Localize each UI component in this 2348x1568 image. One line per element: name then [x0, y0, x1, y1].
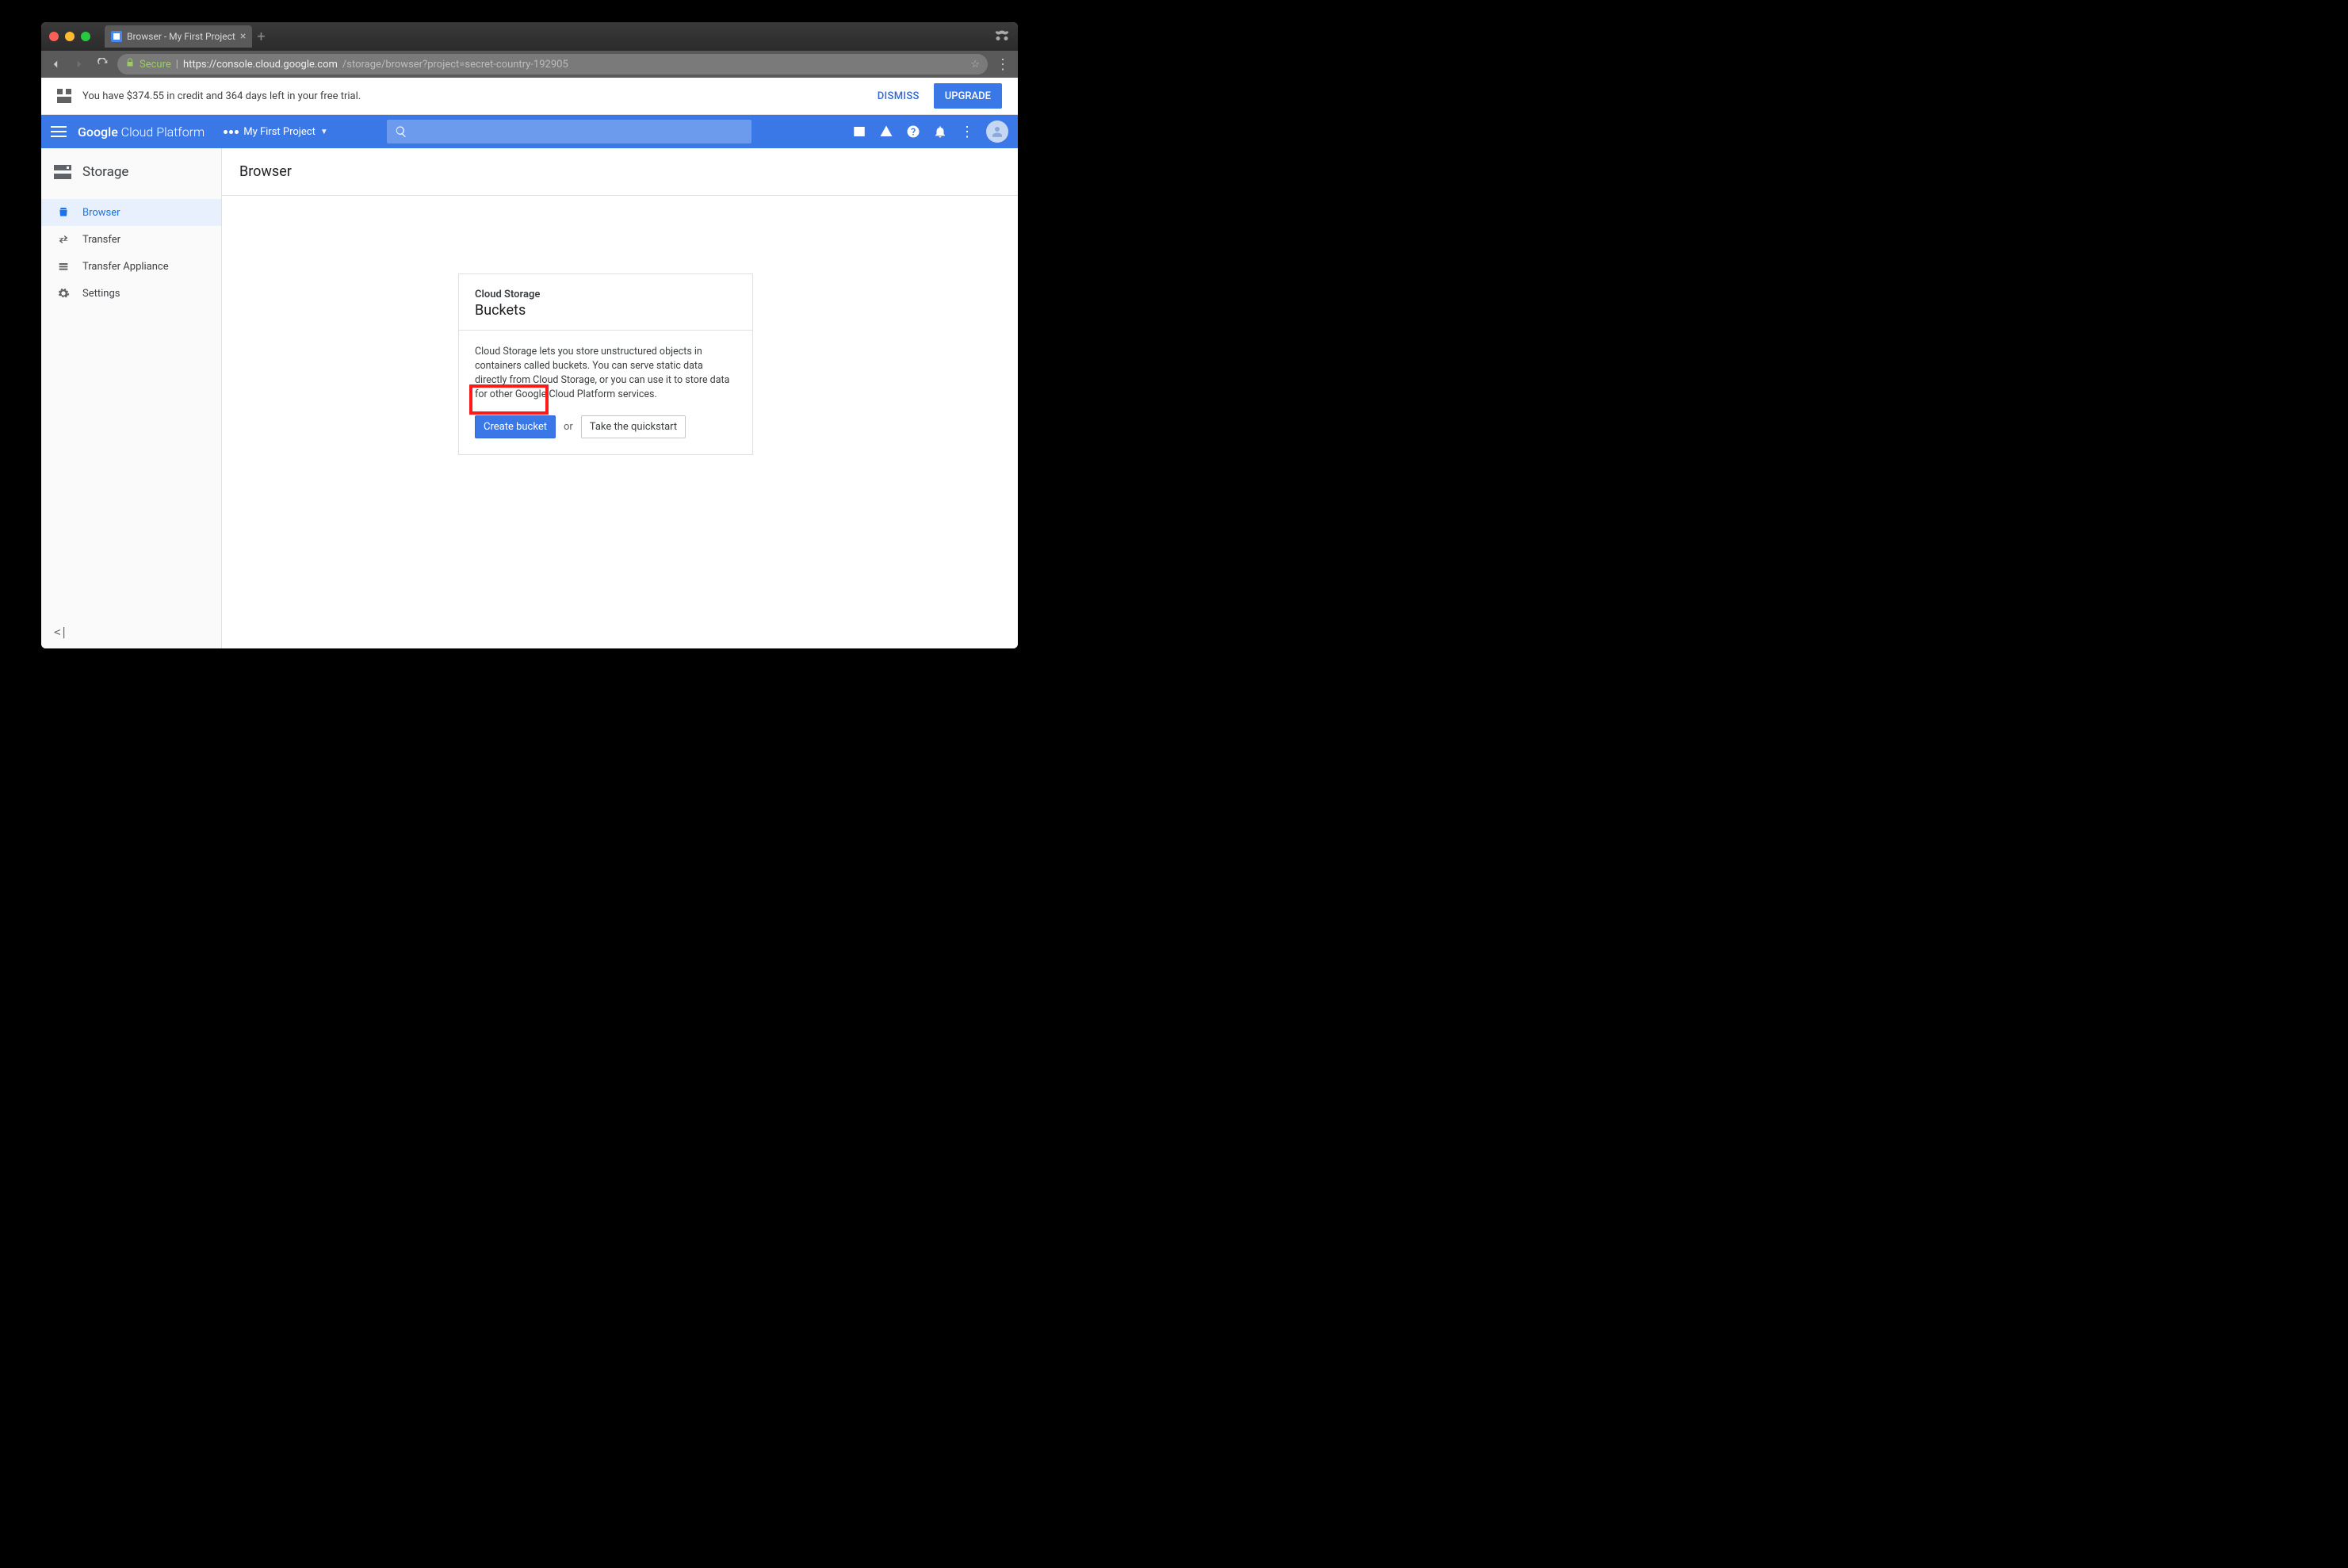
- collapse-sidebar-button[interactable]: <|: [54, 626, 67, 639]
- tab-strip: Browser - My First Project × +: [41, 22, 1018, 51]
- card-eyebrow: Cloud Storage: [475, 289, 736, 300]
- sidebar-item-browser[interactable]: Browser: [41, 199, 221, 226]
- trial-message: You have $374.55 in credit and 364 days …: [82, 90, 361, 102]
- alert-icon[interactable]: [878, 124, 894, 140]
- tab-favicon: [111, 31, 122, 42]
- or-text: or: [564, 421, 573, 433]
- bucket-icon: [57, 206, 70, 219]
- secure-label: Secure: [140, 59, 171, 71]
- brand-bold: Google: [78, 124, 118, 140]
- search-input[interactable]: [387, 120, 751, 143]
- url-host: https://console.cloud.google.com: [183, 59, 338, 71]
- brand-light: Cloud Platform: [118, 124, 205, 140]
- sidebar-item-transfer[interactable]: Transfer: [41, 226, 221, 253]
- nav-menu-button[interactable]: [51, 126, 67, 137]
- appliance-icon: [57, 260, 70, 273]
- cloud-console-appbar: Google Cloud Platform My First Project ▼…: [41, 115, 1018, 148]
- transfer-icon: [57, 233, 70, 246]
- sidebar-item-label: Transfer Appliance: [82, 261, 169, 273]
- page-title: Browser: [222, 148, 1018, 196]
- sidebar-nav: Browser Transfer Transfer Appliance Sett…: [41, 196, 221, 307]
- sidebar-item-label: Browser: [82, 207, 120, 219]
- incognito-icon: [994, 29, 1010, 44]
- minimize-window-button[interactable]: [65, 32, 75, 41]
- sidebar-item-settings[interactable]: Settings: [41, 280, 221, 307]
- project-picker[interactable]: My First Project ▼: [224, 126, 328, 138]
- maximize-window-button[interactable]: [81, 32, 90, 41]
- content-canvas: Cloud Storage Buckets Cloud Storage lets…: [222, 196, 1018, 648]
- main-content: Browser Cloud Storage Buckets Cloud Stor…: [222, 148, 1018, 648]
- project-icon: [224, 130, 239, 134]
- empty-state-card: Cloud Storage Buckets Cloud Storage lets…: [458, 273, 753, 455]
- url-separator: |: [176, 59, 178, 71]
- help-icon[interactable]: [905, 124, 921, 140]
- utilities-menu-icon[interactable]: ⋮: [959, 124, 975, 140]
- sidebar-item-transfer-appliance[interactable]: Transfer Appliance: [41, 253, 221, 280]
- gear-icon: [57, 287, 70, 300]
- sidebar-item-label: Settings: [82, 288, 120, 300]
- close-tab-button[interactable]: ×: [240, 31, 246, 42]
- sidebar: Storage Browser Transfer Transfer Applia…: [41, 148, 222, 648]
- service-header: Storage: [41, 148, 221, 196]
- storage-icon: [54, 165, 71, 179]
- brand-logo[interactable]: Google Cloud Platform: [78, 124, 205, 140]
- account-avatar[interactable]: [986, 120, 1008, 143]
- lock-icon: [125, 58, 135, 71]
- upgrade-button[interactable]: UPGRADE: [934, 83, 1002, 109]
- browser-menu-button[interactable]: ⋮: [992, 56, 1013, 73]
- url-path: /storage/browser?project=secret-country-…: [342, 59, 568, 71]
- take-quickstart-button[interactable]: Take the quickstart: [581, 415, 686, 438]
- create-bucket-button[interactable]: Create bucket: [475, 415, 556, 438]
- trial-banner: You have $374.55 in credit and 364 days …: [41, 78, 1018, 115]
- back-button[interactable]: [46, 55, 65, 74]
- cloud-shell-icon[interactable]: [851, 124, 867, 140]
- close-window-button[interactable]: [49, 32, 59, 41]
- browser-window: Browser - My First Project × + Secure | …: [41, 22, 1018, 648]
- window-controls: [49, 32, 90, 41]
- tab-title: Browser - My First Project: [127, 31, 235, 42]
- chevron-down-icon: ▼: [320, 128, 328, 136]
- card-description: Cloud Storage lets you store unstructure…: [475, 345, 736, 403]
- gift-icon: [57, 89, 71, 103]
- browser-toolbar: Secure | https://console.cloud.google.co…: [41, 51, 1018, 78]
- service-name: Storage: [82, 164, 128, 180]
- sidebar-item-label: Transfer: [82, 234, 120, 246]
- card-title: Buckets: [475, 302, 736, 319]
- forward-button[interactable]: [70, 55, 89, 74]
- address-bar[interactable]: Secure | https://console.cloud.google.co…: [117, 54, 988, 75]
- reload-button[interactable]: [94, 55, 113, 74]
- new-tab-button[interactable]: +: [257, 29, 265, 45]
- project-name: My First Project: [243, 126, 315, 138]
- notifications-icon[interactable]: [932, 124, 948, 140]
- search-icon: [395, 125, 407, 138]
- bookmark-star-icon[interactable]: ☆: [970, 59, 980, 71]
- browser-tab[interactable]: Browser - My First Project ×: [105, 25, 252, 48]
- dismiss-button[interactable]: DISMISS: [878, 90, 920, 102]
